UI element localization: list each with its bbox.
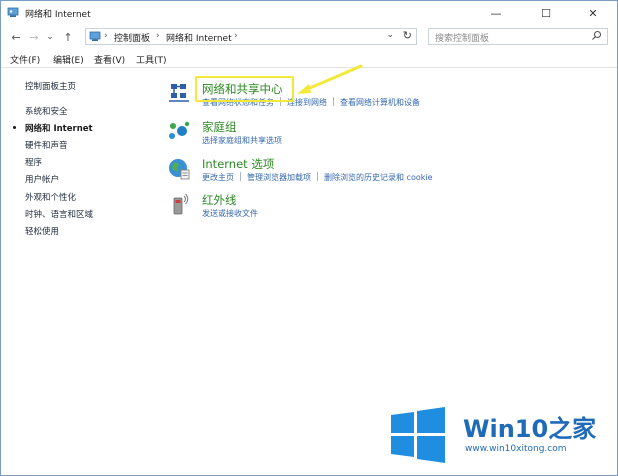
- homegroup-icon: [169, 121, 190, 139]
- link-change-homepage[interactable]: 更改主页: [202, 173, 234, 182]
- maximize-button[interactable]: ☐: [529, 1, 563, 25]
- link-manage-addons[interactable]: 管理浏览器加载项: [247, 173, 311, 182]
- search-icon[interactable]: [591, 30, 602, 41]
- title-bar: 网络和 Internet — ☐ ✕: [1, 1, 617, 25]
- sidebar-item-hardware-sound[interactable]: 硬件和声音: [25, 139, 68, 151]
- forward-button[interactable]: →: [27, 29, 41, 45]
- menu-tools[interactable]: 工具(T): [136, 53, 167, 66]
- link-view-network-computers[interactable]: 查看网络计算机和设备: [340, 98, 420, 107]
- back-button[interactable]: ←: [9, 29, 23, 45]
- link-send-receive-files[interactable]: 发送或接收文件: [202, 209, 258, 218]
- minimize-button[interactable]: —: [479, 1, 513, 25]
- up-arrow-icon: ↑: [63, 30, 73, 44]
- control-panel-icon: [89, 31, 101, 41]
- watermark-url: www.win10xitong.com: [465, 444, 567, 454]
- annotation-arrow-icon: [297, 64, 363, 94]
- category-title[interactable]: 红外线: [202, 192, 237, 208]
- annotation-highlight-box: [195, 76, 294, 102]
- sidebar-item-home[interactable]: 控制面板主页: [25, 80, 76, 92]
- address-dropdown-icon[interactable]: ⌄: [386, 30, 394, 40]
- network-sharing-icon: [169, 84, 189, 102]
- address-bar[interactable]: › 控制面板 › 网络和 Internet › ⌄ ↻: [85, 28, 417, 45]
- watermark-brand: Win10之家: [463, 415, 597, 443]
- category-title[interactable]: Internet 选项: [202, 156, 274, 172]
- internet-options-icon: [169, 159, 190, 180]
- link-divider: [317, 172, 318, 181]
- menu-file[interactable]: 文件(F): [10, 53, 40, 66]
- forward-arrow-icon: →: [29, 30, 39, 44]
- refresh-icon[interactable]: ↻: [403, 29, 412, 42]
- sidebar-item-programs[interactable]: 程序: [25, 156, 42, 168]
- back-arrow-icon: ←: [11, 30, 21, 44]
- sidebar-item-appearance[interactable]: 外观和个性化: [25, 191, 76, 203]
- breadcrumb-separator: ›: [156, 31, 160, 41]
- search-input[interactable]: 搜索控制面板: [428, 28, 608, 45]
- link-delete-history[interactable]: 删除浏览的历史记录和 cookie: [324, 173, 433, 182]
- category-links: 更改主页 管理浏览器加载项 删除浏览的历史记录和 cookie: [202, 172, 433, 183]
- breadcrumb-control-panel[interactable]: 控制面板: [114, 31, 150, 44]
- active-indicator: [13, 126, 16, 129]
- sidebar-item-ease-of-access[interactable]: 轻松使用: [25, 225, 59, 237]
- breadcrumb-separator: ›: [234, 31, 238, 41]
- menu-edit[interactable]: 编辑(E): [53, 53, 84, 66]
- sidebar-item-user-accounts[interactable]: 用户帐户: [25, 173, 59, 185]
- category-links: 发送或接收文件: [202, 208, 258, 219]
- windows-logo-icon: [391, 407, 445, 463]
- window-title: 网络和 Internet: [25, 10, 91, 20]
- control-panel-window: 网络和 Internet — ☐ ✕ ← → ⌄ ↑ › 控制面板 › 网络和 …: [0, 0, 618, 476]
- control-panel-icon: [7, 7, 19, 17]
- link-homegroup-options[interactable]: 选择家庭组和共享选项: [202, 136, 282, 145]
- breadcrumb-network-internet[interactable]: 网络和 Internet: [166, 31, 232, 44]
- close-button[interactable]: ✕: [576, 1, 610, 25]
- category-title[interactable]: 家庭组: [202, 119, 237, 135]
- sidebar-item-system-security[interactable]: 系统和安全: [25, 105, 68, 117]
- sidebar-item-network-internet[interactable]: 网络和 Internet: [25, 122, 93, 134]
- navigation-bar: ← → ⌄ ↑ › 控制面板 › 网络和 Internet › ⌄ ↻ 搜索控制…: [1, 26, 617, 48]
- infrared-icon: [173, 193, 189, 215]
- chevron-down-icon: ⌄: [46, 32, 54, 42]
- breadcrumb-separator: ›: [104, 31, 108, 41]
- recent-locations-button[interactable]: ⌄: [43, 29, 57, 45]
- category-links: 选择家庭组和共享选项: [202, 135, 282, 146]
- up-button[interactable]: ↑: [61, 29, 75, 45]
- search-placeholder: 搜索控制面板: [435, 34, 490, 44]
- menu-view[interactable]: 查看(V): [94, 53, 125, 66]
- link-divider: [240, 172, 241, 181]
- sidebar-item-clock-region[interactable]: 时钟、语言和区域: [25, 208, 93, 220]
